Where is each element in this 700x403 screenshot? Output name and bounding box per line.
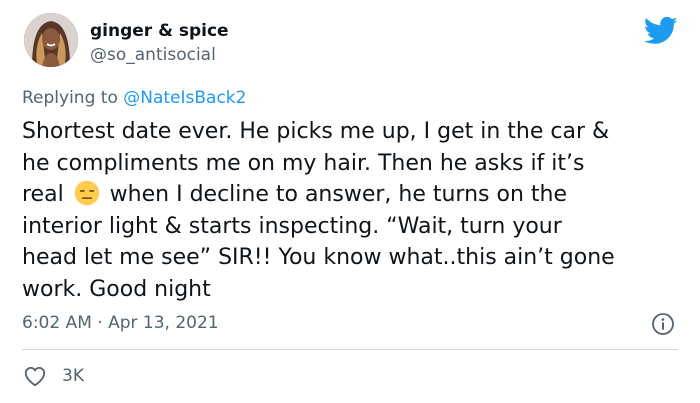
tweet-line-word: real bbox=[22, 182, 71, 207]
divider bbox=[22, 349, 678, 350]
tweet-line: work. Good night bbox=[22, 276, 211, 302]
replying-to-label: Replying to bbox=[22, 88, 124, 108]
tweet-line: head let me see” SIR!! You know what..th… bbox=[22, 245, 615, 270]
timestamp[interactable]: 6:02 AM · Apr 13, 2021 bbox=[22, 311, 219, 335]
reply-mention-link[interactable]: @NateIsBack2 bbox=[123, 88, 246, 108]
tweet-text: Shortest date ever. He picks me up, I ge… bbox=[22, 116, 682, 305]
tweet-line: Shortest date ever. He picks me up, I ge… bbox=[22, 119, 610, 144]
tweet-line: he compliments me on my hair. Then he as… bbox=[22, 150, 585, 176]
tweet-line: real when I decline to answer, he turns … bbox=[22, 179, 682, 211]
display-name[interactable]: ginger & spice bbox=[90, 20, 229, 42]
tweet-line: interior light & starts inspecting. “Wai… bbox=[22, 213, 562, 239]
info-icon[interactable] bbox=[651, 312, 675, 336]
expressionless-face-emoji bbox=[74, 180, 99, 206]
like-button[interactable]: 3K bbox=[22, 362, 84, 390]
twitter-bird-icon[interactable] bbox=[644, 16, 678, 46]
tweet-line-rest: when I decline to answer, he turns on th… bbox=[102, 182, 567, 207]
heart-icon[interactable] bbox=[22, 363, 48, 389]
avatar[interactable] bbox=[24, 13, 78, 67]
handle[interactable]: @so_antisocial bbox=[90, 44, 216, 66]
like-count: 3K bbox=[62, 366, 84, 386]
tweet-card: ginger & spice @so_antisocial Replying t… bbox=[0, 0, 700, 403]
replying-to: Replying to @NateIsBack2 bbox=[22, 86, 246, 110]
